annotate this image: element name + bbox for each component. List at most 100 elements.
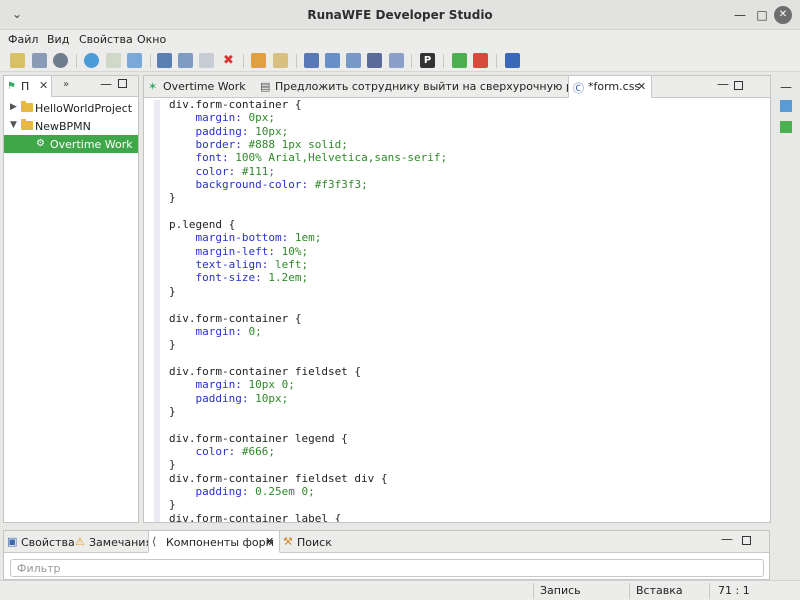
tree-item-newbpmn[interactable]: ▼ NewBPMN: [4, 117, 138, 135]
tab-form-components[interactable]: ⟨ Компоненты форм ✕: [148, 531, 280, 553]
p-icon[interactable]: P: [420, 53, 435, 68]
new-project-icon[interactable]: [10, 53, 25, 68]
code-token: 10px;: [255, 391, 289, 405]
minimize-icon[interactable]: —: [780, 80, 792, 94]
code-editor[interactable]: div.form-container { margin: 0px; paddin…: [169, 98, 764, 522]
tab-overtime-work[interactable]: ✶ Overtime Work: [144, 76, 256, 98]
save-icon[interactable]: [157, 53, 172, 68]
code-token: 1.2em;: [268, 271, 309, 285]
tree-item-overtime-work[interactable]: ⚙ Overtime Work: [4, 135, 138, 153]
code-line: margin-left: 10%;: [169, 245, 764, 258]
status-cursor-position: 71 : 1: [718, 584, 750, 597]
code-line: div.form-container {: [169, 98, 764, 111]
right-trim: —: [772, 75, 800, 523]
layout-red-icon[interactable]: [473, 53, 488, 68]
save-as-icon[interactable]: [199, 53, 214, 68]
code-line: margin: 10px 0;: [169, 378, 764, 391]
form-icon: ▤: [260, 80, 271, 93]
minimize-icon[interactable]: —: [100, 77, 112, 91]
maximize-window-button[interactable]: □: [753, 6, 771, 24]
cut-icon[interactable]: [106, 53, 121, 68]
graph-icon[interactable]: [389, 53, 404, 68]
code-token: 10px;: [255, 124, 289, 138]
code-token: }: [169, 191, 176, 205]
code-token: margin-bottom:: [195, 231, 295, 245]
code-line: background-color: #f3f3f3;: [169, 178, 764, 191]
close-icon[interactable]: ✕: [39, 79, 48, 92]
minimize-window-button[interactable]: —: [731, 6, 749, 24]
code-token: 10px 0;: [248, 378, 295, 392]
maximize-icon[interactable]: [118, 79, 127, 88]
tab-navigator-label: П: [21, 80, 30, 93]
menu-properties[interactable]: Свойства: [79, 33, 133, 46]
tab-problems[interactable]: ⚠ Замечания: [72, 531, 152, 553]
code-token: div.form-container label {: [169, 511, 342, 522]
code-token: #111;: [241, 164, 275, 178]
code-line: div.form-container {: [169, 312, 764, 325]
tree-item-label: Overtime Work: [50, 138, 133, 151]
window-layout-icon[interactable]: [32, 53, 47, 68]
code-token: p.legend {: [169, 218, 236, 232]
filter-input[interactable]: [10, 559, 764, 577]
tab-properties[interactable]: ▣ Свойства: [4, 531, 75, 553]
chart-icon[interactable]: [367, 53, 382, 68]
menu-file[interactable]: Файл: [8, 33, 38, 46]
tab-task-form[interactable]: ▤ Предложить сотруднику выйти на сверхур…: [256, 76, 606, 98]
minimize-icon[interactable]: —: [717, 77, 729, 91]
tree-item-helloworldproject[interactable]: ▶ HelloWorldProject: [4, 99, 138, 117]
settings-icon[interactable]: [53, 53, 68, 68]
code-line: }: [169, 458, 764, 471]
bottom-tabs: ▣ Свойства ⚠ Замечания ⟨ Компоненты форм…: [4, 531, 769, 553]
deploy-all-icon[interactable]: [325, 53, 340, 68]
navigator-icon: ⚑: [7, 81, 16, 92]
menu-window[interactable]: Окно: [137, 33, 166, 46]
delete-icon[interactable]: ✖: [221, 53, 236, 68]
maximize-icon[interactable]: [742, 536, 751, 545]
code-token: background-color:: [195, 178, 315, 192]
code-token: 1em;: [294, 231, 322, 245]
minimize-icon[interactable]: —: [721, 532, 733, 546]
tab-search[interactable]: ⚒ Поиск: [280, 531, 340, 553]
run-icon[interactable]: [505, 53, 520, 68]
collapse-arrow-icon[interactable]: ▼: [10, 120, 17, 130]
menu-bar: Файл Вид Свойства Окно: [0, 30, 800, 50]
tab-label: Замечания: [89, 536, 153, 549]
tab-form-css[interactable]: Ⓒ *form.css ✕: [568, 76, 652, 98]
layout-green-icon[interactable]: [452, 53, 467, 68]
expand-arrow-icon[interactable]: ▶: [10, 102, 17, 112]
outline-icon[interactable]: [780, 100, 792, 112]
code-line: padding: 10px;: [169, 392, 764, 405]
close-icon[interactable]: ✕: [637, 80, 646, 93]
bottom-panel: ▣ Свойства ⚠ Замечания ⟨ Компоненты форм…: [3, 530, 770, 580]
close-icon[interactable]: ✕: [265, 535, 274, 548]
import-icon[interactable]: [251, 53, 266, 68]
close-window-button[interactable]: ✕: [774, 6, 792, 24]
export-icon[interactable]: [273, 53, 288, 68]
more-tabs-icon[interactable]: »: [63, 79, 69, 90]
properties-view-icon[interactable]: [780, 121, 792, 133]
save-all-icon[interactable]: [178, 53, 193, 68]
project-tree: ▶ HelloWorldProject ▼ NewBPMN ⚙ Overtime…: [4, 99, 138, 153]
code-token: }: [169, 284, 176, 298]
tab-navigator[interactable]: ⚑ П ✕: [4, 76, 52, 97]
code-token: 10%;: [281, 244, 309, 258]
code-line: margin: 0px;: [169, 111, 764, 124]
warning-icon: ⚠: [75, 535, 85, 548]
deploy-icon[interactable]: [304, 53, 319, 68]
code-line: margin: 0;: [169, 325, 764, 338]
code-line: color: #666;: [169, 445, 764, 458]
copy-icon[interactable]: [127, 53, 142, 68]
status-mode: Запись: [540, 584, 581, 597]
maximize-icon[interactable]: [734, 81, 743, 90]
refresh-icon[interactable]: [84, 53, 99, 68]
menu-view[interactable]: Вид: [47, 33, 69, 46]
update-icon[interactable]: [346, 53, 361, 68]
